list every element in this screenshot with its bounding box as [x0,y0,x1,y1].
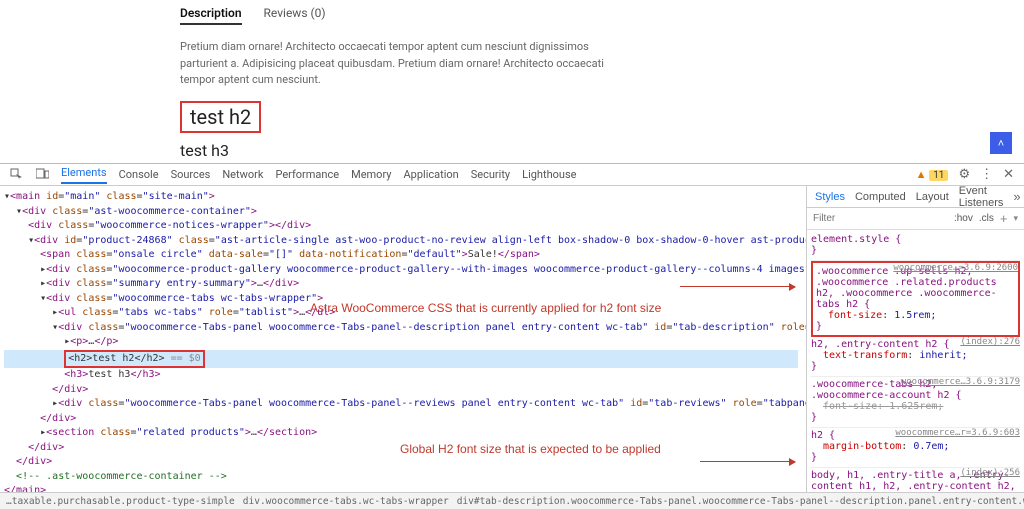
dom-line[interactable]: <span class="onsale circle" data-sale="[… [4,248,798,263]
elements-panel[interactable]: ▾<main id="main" class="site-main"> ▾<di… [0,186,806,509]
css-rule[interactable]: woocommerce…3.6.9:3179.woocommerce-tabs … [811,377,1020,428]
css-rules-list[interactable]: element.style {}woocommerce…=3.6.9:2600.… [807,230,1024,509]
dom-line[interactable]: ▾<div class="ast-woocommerce-container"> [4,205,798,220]
styles-more-icon[interactable]: » [1013,189,1020,204]
dom-line[interactable]: <h2>test h2</h2> == $0 [4,350,798,369]
crumb-item[interactable]: div.woocommerce-tabs.wc-tabs-wrapper [243,496,449,507]
warnings-badge[interactable]: ▲ 11 [916,168,949,181]
tab-application[interactable]: Application [403,168,458,181]
device-toggle-icon[interactable] [36,168,49,182]
css-rule[interactable]: woocommerce…r=3.6.9:603h2 {margin-bottom… [811,428,1020,468]
tab-description[interactable]: Description [180,6,242,25]
styles-tab-computed[interactable]: Computed [855,191,906,203]
dom-line[interactable]: </div> [4,383,798,398]
styles-tab-event-listeners[interactable]: Event Listeners [959,186,1004,209]
product-tabs: Description Reviews (0) [180,6,844,25]
styles-filter-row: :hov .cls + ▾ [807,208,1024,230]
styles-tabbar: Styles Computed Layout Event Listeners » [807,186,1024,208]
dom-line[interactable]: ▾<div id="product-24868" class="ast-arti… [4,234,798,249]
arrow-bottom [700,461,795,462]
css-rule[interactable]: (index):276h2, .entry-content h2 {text-t… [811,337,1020,377]
crumb-item[interactable]: div#tab-description.woocommerce-Tabs-pan… [457,496,1024,507]
inspect-icon[interactable] [10,168,24,182]
test-h2-heading: test h2 [182,103,259,131]
tab-network[interactable]: Network [222,168,263,181]
scroll-to-top-button[interactable]: ˄ [990,132,1012,154]
dom-line[interactable]: </div> [4,412,798,427]
dom-line[interactable]: <div class="woocommerce-notices-wrapper"… [4,219,798,234]
dom-line[interactable]: ▸<section class="related products">…</se… [4,426,798,441]
rendered-page: Description Reviews (0) Pretium diam orn… [0,0,1024,163]
close-devtools-icon[interactable]: ✕ [1003,167,1014,182]
tab-elements[interactable]: Elements [61,166,107,184]
description-paragraph: Pretium diam ornare! Architecto occaecat… [180,39,630,89]
test-h3-heading: test h3 [180,141,844,160]
dom-line[interactable]: ▸<div class="woocommerce-product-gallery… [4,263,798,278]
arrow-top [680,286,795,287]
tab-security[interactable]: Security [471,168,510,181]
dom-line[interactable]: <h3>test h3</h3> [4,368,798,383]
dom-line[interactable]: ▸<div class="summary entry-summary">…</d… [4,277,798,292]
styles-tab-layout[interactable]: Layout [916,191,949,203]
styles-tab-styles[interactable]: Styles [815,191,845,203]
styles-filter-input[interactable] [813,213,948,224]
tab-lighthouse[interactable]: Lighthouse [522,168,576,181]
styles-filter-more-icon[interactable]: ▾ [1013,213,1018,224]
annotation-applied-css: Astra WooCommerce CSS that is currently … [310,300,680,317]
settings-icon[interactable]: ⚙ [958,167,970,182]
tab-console[interactable]: Console [119,168,159,181]
tab-sources[interactable]: Sources [171,168,211,181]
hov-toggle[interactable]: :hov [954,213,973,224]
cls-toggle[interactable]: .cls [979,213,994,224]
annotation-global-h2: Global H2 font size that is expected to … [400,441,710,458]
tab-memory[interactable]: Memory [351,168,391,181]
css-rule[interactable]: element.style {} [811,232,1020,261]
crumb-item[interactable]: …taxable.purchasable.product-type-simple [6,496,235,507]
devtools-panel: Elements Console Sources Network Perform… [0,163,1024,509]
tab-reviews[interactable]: Reviews (0) [264,6,326,25]
dom-line[interactable]: ▸<p>…</p> [4,335,798,350]
devtools-tabbar: Elements Console Sources Network Perform… [0,164,1024,186]
dom-line[interactable]: <!-- .ast-woocommerce-container --> [4,470,798,485]
styles-panel: Styles Computed Layout Event Listeners »… [806,186,1024,509]
elements-breadcrumb[interactable]: …taxable.purchasable.product-type-simple… [0,492,1024,509]
tab-performance[interactable]: Performance [275,168,339,181]
more-icon[interactable]: ⋮ [980,167,993,182]
new-style-rule-icon[interactable]: + [1000,211,1008,226]
dom-line[interactable]: ▾<div class="woocommerce-Tabs-panel wooc… [4,321,798,336]
css-rule[interactable]: woocommerce…=3.6.9:2600.woocommerce .up-… [811,261,1020,337]
dom-line[interactable]: ▸<div class="woocommerce-Tabs-panel wooc… [4,397,798,412]
dom-line[interactable]: ▾<main id="main" class="site-main"> [4,190,798,205]
